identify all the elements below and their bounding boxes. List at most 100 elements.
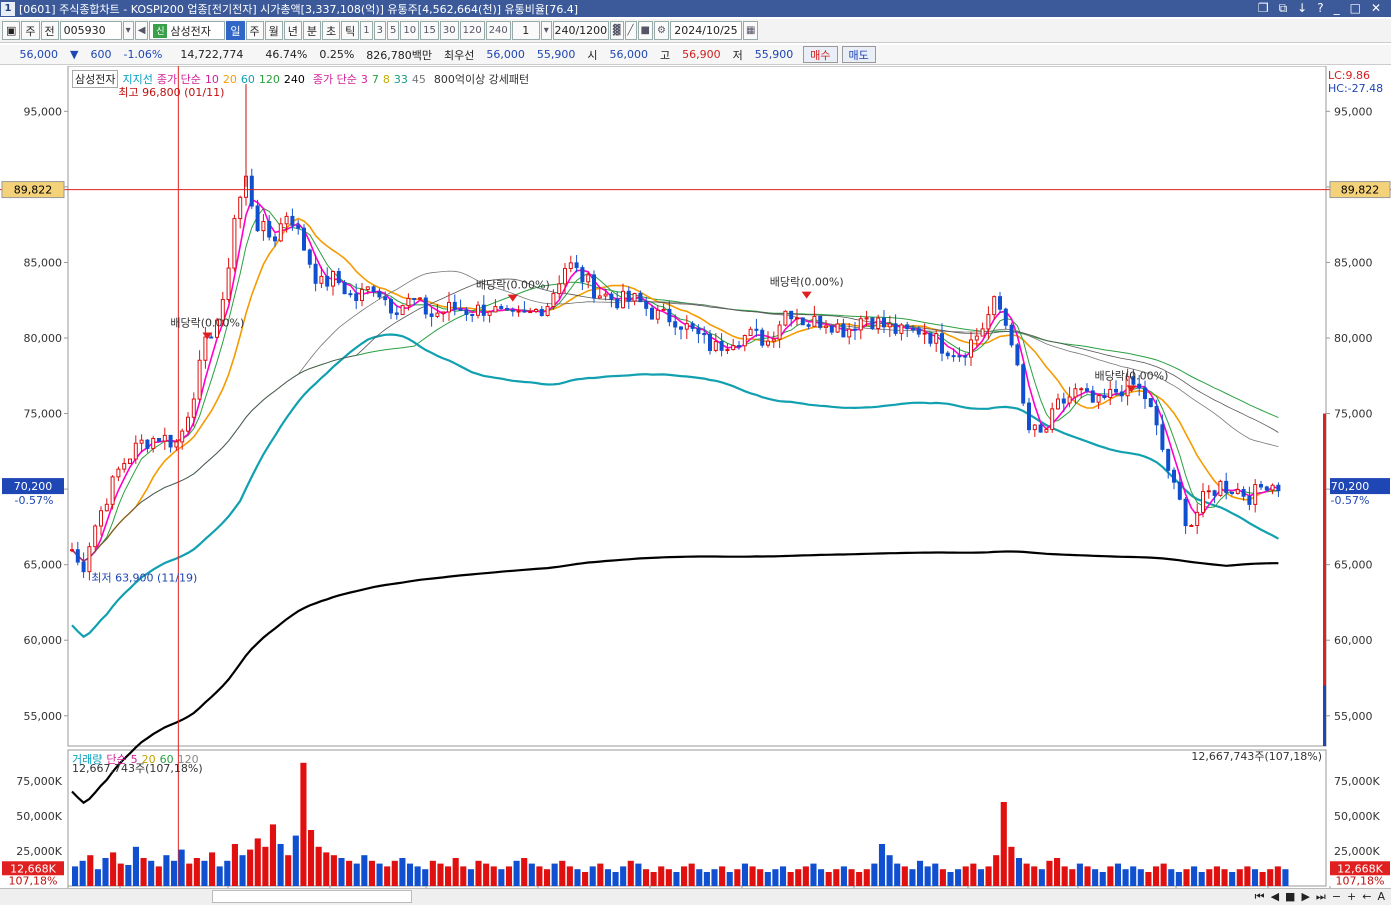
volume-bar <box>1000 802 1007 886</box>
prev-button[interactable]: 전 <box>40 21 59 40</box>
help-icon[interactable]: ? <box>1317 1 1323 16</box>
interval-240-button[interactable]: 240 <box>485 21 511 40</box>
volume-bar <box>1069 869 1076 886</box>
layout-icon[interactable]: ▣ <box>2 21 21 40</box>
period-year-button[interactable]: 년 <box>283 21 302 40</box>
legend-stock-name[interactable]: 삼성전자 <box>72 70 119 88</box>
volume-bar <box>1031 866 1038 886</box>
gear-icon[interactable]: ⚙ <box>654 21 669 40</box>
candle-body <box>940 333 944 354</box>
volume-bar <box>939 869 946 886</box>
minimize-icon[interactable]: _ <box>1334 1 1340 16</box>
volume-bar <box>414 866 421 886</box>
search-icon[interactable]: ▾ <box>122 21 134 40</box>
volume-title[interactable]: 거래량 <box>72 751 102 767</box>
interval-10-button[interactable]: 10 <box>400 21 420 40</box>
candle-body <box>812 315 817 327</box>
candle-body <box>1270 484 1275 491</box>
volume-bar <box>642 869 650 886</box>
candle-body <box>209 336 214 339</box>
volume-bar <box>909 869 916 886</box>
y-label-right: 65,000 <box>1334 559 1373 572</box>
interval-3-button[interactable]: 3 <box>373 21 387 40</box>
font-icon[interactable]: A <box>1377 890 1385 904</box>
sell-button[interactable]: 매도 <box>841 46 876 63</box>
count-input[interactable]: 240 /1200 <box>552 21 609 40</box>
draw-icon[interactable]: ╱ <box>624 21 637 40</box>
candle-body <box>777 324 782 340</box>
legend-ma-120: 120 <box>258 72 280 86</box>
candle-body <box>690 323 695 329</box>
period-short-button[interactable]: 주 <box>21 21 40 40</box>
save-icon[interactable]: ■ <box>637 21 653 40</box>
interval-5-button[interactable]: 5 <box>387 21 400 40</box>
candle-body <box>1264 486 1269 491</box>
chevron-down-icon[interactable]: ▾ <box>540 21 552 40</box>
volume-bar <box>932 863 939 886</box>
buy-button[interactable]: 매수 <box>803 46 838 63</box>
zoom-in-icon[interactable]: + <box>1347 890 1356 904</box>
volume-bar <box>635 863 642 886</box>
prev-icon[interactable]: ◀ <box>1271 890 1279 904</box>
stop-icon[interactable]: ■ <box>1285 890 1295 904</box>
volume-bar <box>117 863 124 886</box>
candle-body <box>394 312 399 315</box>
last-icon[interactable]: ⏭ <box>1316 890 1326 904</box>
period-week-button[interactable]: 주 <box>245 21 264 40</box>
candle-body <box>1143 387 1147 400</box>
pin-icon[interactable]: ↓ <box>1297 1 1307 16</box>
volume-bar <box>1054 858 1061 886</box>
volume-bar <box>1092 869 1099 886</box>
legend-pattern[interactable]: 800억이상 강세패턴 <box>434 71 529 87</box>
stock-name-field[interactable]: 신 삼성전자 <box>149 21 226 40</box>
candle-body <box>702 333 707 336</box>
period-second-button[interactable]: 초 <box>322 21 341 40</box>
vol-label-left: 50,000K <box>16 810 62 823</box>
candle-body <box>638 292 643 303</box>
date-input[interactable]: 2024/10/25 <box>669 21 742 40</box>
maximize-icon[interactable]: □ <box>1350 1 1361 16</box>
restore-icon[interactable]: ❐ <box>1258 1 1269 16</box>
candle-icon[interactable]: ▓ <box>609 21 624 40</box>
interval-1-button[interactable]: 1 <box>360 21 373 40</box>
period-tick-button[interactable]: 틱 <box>341 21 360 40</box>
y-label-left: 80,000 <box>24 332 63 345</box>
interval-120-button[interactable]: 120 <box>459 21 485 40</box>
candle-body <box>1021 364 1026 404</box>
legend-ma2-label[interactable]: 종가 단순 <box>313 71 357 87</box>
candle-body <box>278 223 283 242</box>
volume-bar <box>566 866 573 886</box>
volume-bar <box>1122 869 1129 886</box>
close-icon[interactable]: ✕ <box>1371 1 1381 16</box>
legend-support[interactable]: 지지선 <box>122 71 152 87</box>
period-day-button[interactable]: 일 <box>226 21 245 40</box>
count-select[interactable]: 1 <box>511 21 540 40</box>
volume-ma-label[interactable]: 단순 <box>106 751 126 767</box>
interval-30-button[interactable]: 30 <box>439 21 459 40</box>
candle-body <box>539 309 544 317</box>
period-minute-button[interactable]: 분 <box>302 21 322 40</box>
volume-bar <box>582 872 589 886</box>
next-icon[interactable]: ▶ <box>1301 890 1309 904</box>
legend-ma-label[interactable]: 종가 단순 <box>157 71 201 87</box>
y-label-right: 60,000 <box>1334 634 1373 647</box>
volume-bar <box>399 858 406 886</box>
calendar-icon[interactable]: ▦ <box>742 21 759 40</box>
volume-bar <box>901 866 908 886</box>
volume-bar <box>452 858 459 886</box>
period-month-button[interactable]: 월 <box>264 21 283 40</box>
price-chart[interactable]: 95,000 95,000 85,000 85,000 80,000 80,000 75,0… <box>0 65 1391 905</box>
reset-icon[interactable]: ← <box>1362 890 1371 904</box>
interval-15-button[interactable]: 15 <box>420 21 439 40</box>
volume-bar <box>871 863 878 886</box>
first-icon[interactable]: ⏮ <box>1255 890 1265 904</box>
horizontal-scrollbar[interactable] <box>212 890 412 903</box>
stock-code-input[interactable]: 005930 <box>59 21 122 40</box>
volume-bar <box>475 860 482 886</box>
zoom-out-icon[interactable]: − <box>1332 890 1341 904</box>
candle-body <box>829 325 834 333</box>
volume-bar <box>551 863 558 886</box>
speaker-icon[interactable]: ◀ <box>134 21 149 40</box>
copy-icon[interactable]: ⧉ <box>1279 1 1288 16</box>
low-price: 55,900 <box>754 48 794 61</box>
